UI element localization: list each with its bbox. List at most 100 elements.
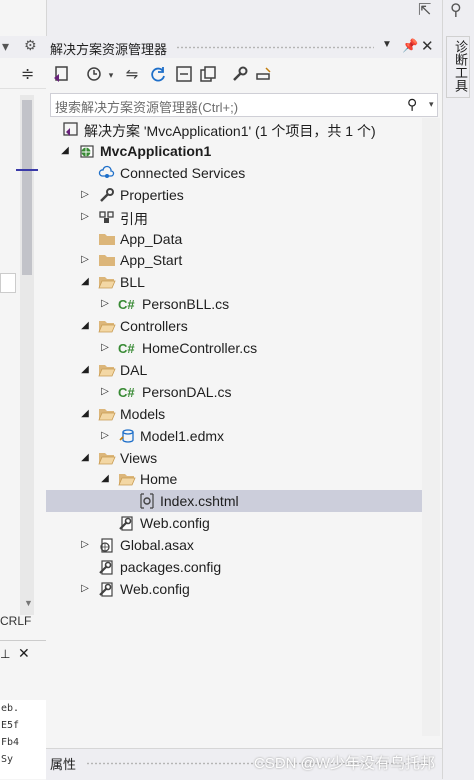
expanded-arrow-icon[interactable]: ◢ xyxy=(78,361,92,379)
history-icon[interactable] xyxy=(84,64,104,86)
tree-item[interactable]: ▷ Global.asax xyxy=(46,534,422,556)
tree-scrollbar[interactable] xyxy=(422,118,440,736)
tree-item[interactable]: ◢ Controllers xyxy=(46,315,422,337)
folder-open-icon xyxy=(118,471,136,487)
tree-item[interactable]: ▷ C# HomeController.cs xyxy=(46,337,422,359)
svg-text:C#: C# xyxy=(118,341,135,356)
global-asax-icon xyxy=(98,537,116,553)
tree-item[interactable]: Web.config xyxy=(46,512,422,534)
tree-item[interactable]: ◢ Views xyxy=(46,447,422,469)
tree-item[interactable]: ◢ MvcApplication1 xyxy=(46,140,422,162)
editor-pane-clipped: ▾ ⚙ ≑ ▼ CRLF ⊥ ✕ eb. E5f Fb4 Sy xyxy=(0,0,47,780)
tree-item[interactable]: ◢ Models xyxy=(46,403,422,425)
chevron-down-icon[interactable]: ▾ xyxy=(106,64,116,86)
gear-icon[interactable]: ⚙ xyxy=(24,37,37,54)
tree-item[interactable]: ◢ BLL xyxy=(46,271,422,293)
editor-toolbar: ≑ xyxy=(0,60,46,89)
tree-item-label: Model1.edmx xyxy=(140,427,225,444)
web-project-icon xyxy=(78,143,96,159)
diagnostics-tools-tab[interactable]: 诊断工具 xyxy=(446,36,470,98)
preview-selected-items-icon[interactable] xyxy=(254,64,274,86)
expanded-arrow-icon[interactable]: ◢ xyxy=(78,405,92,423)
code-line: eb. xyxy=(1,703,20,714)
collapsed-arrow-icon[interactable]: ▷ xyxy=(98,295,112,313)
tree-item[interactable]: Connected Services xyxy=(46,162,422,184)
folder-open-icon xyxy=(98,450,116,466)
tree-item-label: Web.config xyxy=(140,515,210,532)
folder-open-icon xyxy=(98,362,116,378)
edmx-file-icon xyxy=(118,428,136,444)
tree-item-label: MvcApplication1 xyxy=(100,142,212,159)
solution-explorer: 解决方案资源管理器 ▼ 📌 ✕ ▾ ⇋ 搜索解决方案资源管理器(Ctrl+;) … xyxy=(46,36,442,780)
collapsed-arrow-icon[interactable]: ▷ xyxy=(98,427,112,445)
tree-item[interactable]: ◢ Home xyxy=(46,468,422,490)
collapsed-arrow-icon[interactable]: ▷ xyxy=(98,339,112,357)
tree-item[interactable]: ▷ Model1.edmx xyxy=(46,425,422,447)
drag-grip[interactable] xyxy=(176,46,374,49)
collapsed-arrow-icon[interactable]: ▷ xyxy=(78,208,92,226)
tree-item[interactable]: ▷ App_Start xyxy=(46,249,422,271)
folder-open-icon xyxy=(98,318,116,334)
collapsed-arrow-icon[interactable]: ▷ xyxy=(78,536,92,554)
folder-icon xyxy=(98,252,116,268)
expanded-arrow-icon[interactable]: ◢ xyxy=(98,470,112,488)
panel-title: 解决方案资源管理器 xyxy=(50,42,168,57)
config-file-icon xyxy=(98,559,116,575)
collapsed-arrow-icon[interactable]: ▷ xyxy=(78,580,92,598)
folder-open-icon xyxy=(98,274,116,290)
feedback-icon[interactable]: ⚲ xyxy=(450,0,462,20)
tree-item[interactable]: ◢ DAL xyxy=(46,359,422,381)
line-ending-indicator[interactable]: CRLF xyxy=(0,614,31,628)
solution-icon xyxy=(62,121,80,137)
tree-item[interactable]: ▷ Properties xyxy=(46,184,422,206)
sync-with-document-icon[interactable]: ⇋ xyxy=(122,64,142,86)
tree-item[interactable]: Index.cshtml xyxy=(46,490,422,513)
collapsed-arrow-icon[interactable]: ▷ xyxy=(78,251,92,269)
tree-item[interactable]: ▷ C# PersonDAL.cs xyxy=(46,381,422,403)
search-solution-explorer-input[interactable]: 搜索解决方案资源管理器(Ctrl+;) ⚲ ▾ xyxy=(50,93,438,117)
config-file-icon xyxy=(118,515,136,531)
expanded-arrow-icon[interactable]: ◢ xyxy=(58,142,72,160)
svg-text:C#: C# xyxy=(118,385,135,400)
razor-file-icon xyxy=(138,493,156,509)
svg-text:C#: C# xyxy=(118,297,135,312)
share-icon[interactable]: ⇱ xyxy=(418,0,431,20)
search-icon[interactable]: ⚲ xyxy=(407,96,417,113)
tree-item[interactable]: ▷ Web.config xyxy=(46,578,422,600)
tree-item[interactable]: ▷ C# PersonBLL.cs xyxy=(46,293,422,315)
show-all-files-icon[interactable] xyxy=(198,64,218,86)
close-icon[interactable]: ✕ xyxy=(18,645,30,662)
tree-item-label: Web.config xyxy=(120,580,190,597)
tree-item[interactable]: 解决方案 'MvcApplication1' (1 个项目，共 1 个) xyxy=(46,118,422,140)
close-icon[interactable]: ✕ xyxy=(421,37,434,55)
tree-item-label: Home xyxy=(140,471,178,488)
expanded-arrow-icon[interactable]: ◢ xyxy=(78,273,92,291)
split-editor-icon[interactable]: ≑ xyxy=(21,64,34,84)
tree-item[interactable]: App_Data xyxy=(46,228,422,250)
output-text: eb. E5f Fb4 Sy xyxy=(0,700,47,779)
code-line: E5f xyxy=(1,720,20,731)
scroll-down-icon[interactable]: ▼ xyxy=(24,598,33,608)
pin-icon[interactable]: 📌 xyxy=(402,38,418,54)
expanded-arrow-icon[interactable]: ◢ xyxy=(78,317,92,335)
pin-icon[interactable]: ⊥ xyxy=(0,647,10,661)
properties-title: 属性 xyxy=(50,757,77,772)
expanded-arrow-icon[interactable]: ◢ xyxy=(78,449,92,467)
editor-scrollbar-thumb[interactable] xyxy=(22,100,32,275)
tree-item-label: 引用 xyxy=(120,210,148,227)
tree-item[interactable]: packages.config xyxy=(46,556,422,578)
window-position-dropdown-icon[interactable]: ▼ xyxy=(382,39,392,50)
collapse-all-icon[interactable] xyxy=(174,64,194,86)
watermark: CSDN @W少年没有乌托邦 xyxy=(254,755,436,772)
refresh-icon[interactable] xyxy=(148,64,168,86)
close-icon[interactable]: ▾ xyxy=(2,38,9,55)
collapsed-arrow-icon[interactable]: ▷ xyxy=(98,383,112,401)
connected-services-icon xyxy=(98,165,116,181)
tree-item-label: Index.cshtml xyxy=(160,493,239,510)
switch-views-icon[interactable] xyxy=(52,64,74,86)
properties-wrench-icon[interactable] xyxy=(230,64,250,86)
search-options-dropdown-icon[interactable]: ▾ xyxy=(429,99,434,110)
tree-item[interactable]: ▷ 引用 xyxy=(46,206,422,228)
collapsed-arrow-icon[interactable]: ▷ xyxy=(78,186,92,204)
tree-item-label: Models xyxy=(120,405,166,422)
